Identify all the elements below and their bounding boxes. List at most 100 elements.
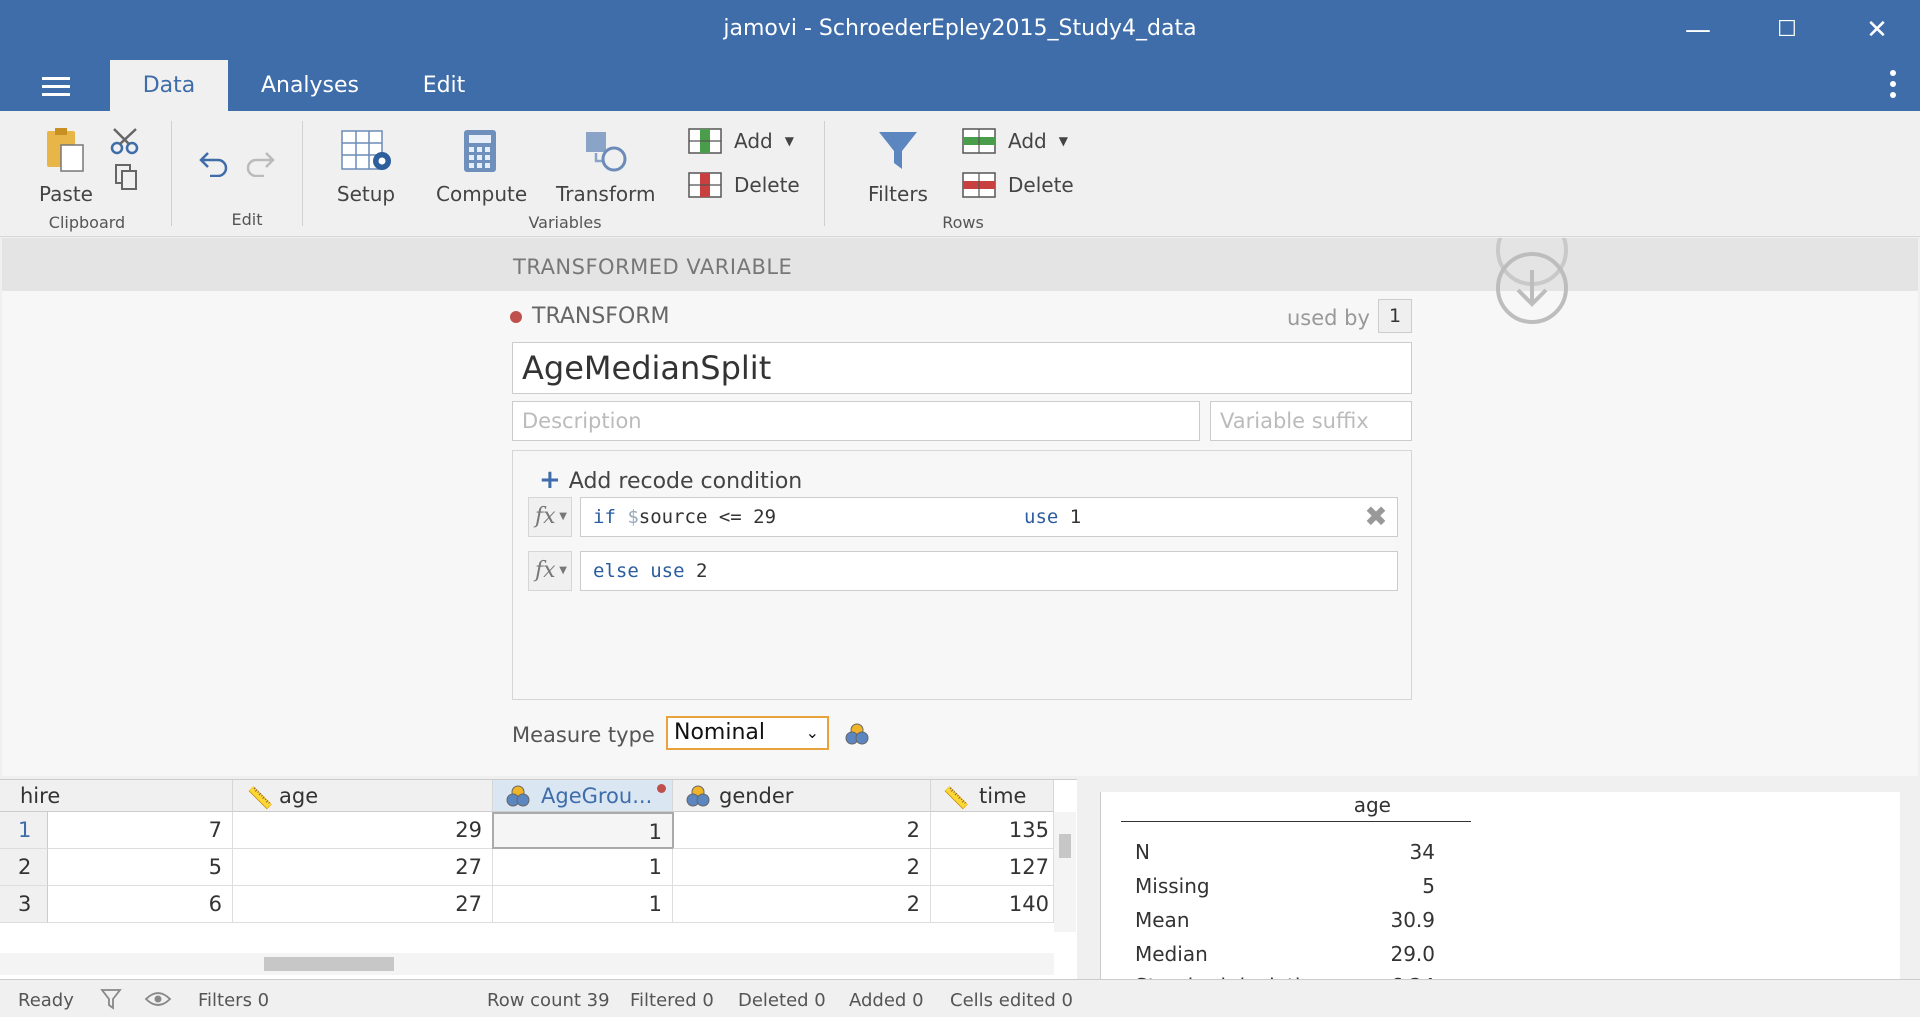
variable-suffix-input[interactable]: Variable suffix xyxy=(1210,401,1412,441)
data-spreadsheet: hire 📏 age AgeGrou... gender 📏 time 1 7 … xyxy=(0,779,1077,979)
fx-icon: fx xyxy=(535,504,556,529)
table-cell[interactable]: 2 xyxy=(673,886,931,923)
status-row-count: Row count 39 xyxy=(487,990,610,1011)
table-cell[interactable]: 7 xyxy=(48,812,233,849)
column-header-age[interactable]: 📏 age xyxy=(233,780,493,812)
column-header-gender[interactable]: gender xyxy=(673,780,931,812)
table-cell[interactable]: 27 xyxy=(233,886,493,923)
table-cell[interactable]: 1 xyxy=(493,886,673,923)
column-header-label: AgeGrou... xyxy=(541,784,653,808)
condition-1-input[interactable]: if $source <= 29 use 1 ✖ xyxy=(580,497,1398,537)
delete-row-button[interactable]: Delete xyxy=(962,172,1074,198)
remove-condition-icon[interactable]: ✖ xyxy=(1361,501,1391,533)
table-cell[interactable]: 127 xyxy=(931,849,1054,886)
else-condition-input[interactable]: else use 2 xyxy=(580,551,1398,591)
delete-variable-button[interactable]: Delete xyxy=(688,172,800,198)
table-cell[interactable]: 2 xyxy=(673,849,931,886)
maximize-button[interactable]: ☐ xyxy=(1762,10,1812,50)
sheet-vertical-scrollbar[interactable] xyxy=(1054,812,1076,932)
edit-group-label: Edit xyxy=(231,210,263,229)
table-cell[interactable]: 1 xyxy=(493,849,673,886)
window-title: jamovi - SchroederEpley2015_Study4_data xyxy=(723,16,1197,41)
table-cell[interactable]: 29 xyxy=(233,812,493,849)
table-cell[interactable]: 2 xyxy=(673,812,931,849)
title-bar: jamovi - SchroederEpley2015_Study4_data … xyxy=(0,0,1920,60)
transform-button[interactable]: Transform xyxy=(556,129,655,206)
nominal-icon xyxy=(845,723,869,745)
condition-value: 1 xyxy=(1069,506,1082,528)
measure-type-select[interactable]: Nominal ⌄ xyxy=(666,716,829,750)
ribbon-separator xyxy=(824,121,825,226)
table-cell[interactable]: 140 xyxy=(931,886,1054,923)
table-cell[interactable]: 27 xyxy=(233,849,493,886)
function-button[interactable]: fx ▼ xyxy=(528,497,572,537)
transform-icon xyxy=(586,132,627,172)
add-variable-button[interactable]: Add ▼ xyxy=(688,128,794,154)
table-cell[interactable]: 135 xyxy=(931,812,1054,849)
used-by-count[interactable]: 1 xyxy=(1378,299,1412,333)
continuous-ruler-icon: 📏 xyxy=(247,786,274,810)
editor-header-title: TRANSFORMED VARIABLE xyxy=(513,255,793,279)
copy-button[interactable] xyxy=(114,163,140,196)
dropdown-caret-icon: ▼ xyxy=(559,511,567,522)
table-cell-selected[interactable]: 1 xyxy=(492,812,674,849)
tab-data[interactable]: Data xyxy=(110,60,228,111)
row-number[interactable]: 1 xyxy=(0,812,48,849)
setup-button[interactable]: Setup xyxy=(334,129,398,206)
table-cell[interactable]: 5 xyxy=(48,849,233,886)
status-filters: Filters 0 xyxy=(198,990,270,1011)
dropdown-caret-icon: ▼ xyxy=(784,134,794,148)
eye-icon[interactable] xyxy=(144,990,172,1008)
continuous-ruler-icon: 📏 xyxy=(943,786,970,810)
more-options-icon[interactable] xyxy=(1890,70,1898,103)
main-menu-bar: Data Analyses Edit xyxy=(0,60,1920,111)
add-variable-label: Add xyxy=(734,129,773,153)
ribbon: Paste Clipboard Edit Setup Compute Trans… xyxy=(0,111,1920,237)
column-header-agegroup[interactable]: AgeGrou... xyxy=(493,780,673,812)
tab-edit[interactable]: Edit xyxy=(404,60,484,111)
add-row-button[interactable]: Add ▼ xyxy=(962,128,1068,154)
filters-button[interactable]: Filters xyxy=(858,129,938,206)
sheet-horizontal-scrollbar[interactable] xyxy=(0,953,1054,975)
filters-label: Filters xyxy=(868,182,928,206)
calculator-icon xyxy=(464,130,496,172)
tab-analyses[interactable]: Analyses xyxy=(250,60,370,111)
fx-icon: fx xyxy=(535,558,556,583)
scrollbar-thumb[interactable] xyxy=(264,957,394,971)
cut-button[interactable] xyxy=(110,127,140,160)
results-label: Mean xyxy=(1135,908,1190,932)
status-cells-edited: Cells edited 0 xyxy=(950,990,1073,1011)
transform-label-text: TRANSFORM xyxy=(532,304,670,329)
results-row: Median 29.0 xyxy=(1135,942,1435,966)
results-vertical-scrollbar[interactable] xyxy=(1893,792,1900,992)
compute-button[interactable]: Compute xyxy=(436,129,527,206)
condition-expression: source <= 29 xyxy=(638,506,777,528)
function-button[interactable]: fx ▼ xyxy=(528,551,572,591)
add-recode-condition-button[interactable]: + Add recode condition xyxy=(539,465,802,495)
status-filtered: Filtered 0 xyxy=(630,990,714,1011)
undo-button[interactable] xyxy=(198,147,232,182)
scissors-icon xyxy=(110,128,139,155)
column-header-label: time xyxy=(979,784,1027,808)
row-number[interactable]: 2 xyxy=(0,849,48,886)
hamburger-menu-icon[interactable] xyxy=(42,77,70,97)
column-header-time[interactable]: 📏 time xyxy=(931,780,1054,812)
filter-funnel-icon[interactable] xyxy=(100,988,122,1010)
results-value: 5 xyxy=(1422,874,1435,898)
table-cell[interactable]: 6 xyxy=(48,886,233,923)
variable-editor: TRANSFORMED VARIABLE TRANSFORM used by 1… xyxy=(2,238,1918,776)
minimize-button[interactable]: — xyxy=(1673,10,1723,50)
scrollbar-thumb[interactable] xyxy=(1059,834,1071,858)
results-row: Mean 30.9 xyxy=(1135,908,1435,932)
next-variable-button[interactable] xyxy=(1496,252,1568,324)
arrow-down-icon xyxy=(1516,270,1548,307)
redo-button[interactable] xyxy=(242,147,276,182)
delete-column-icon xyxy=(688,172,722,198)
row-number[interactable]: 3 xyxy=(0,886,48,923)
results-label: Missing xyxy=(1135,874,1210,898)
close-button[interactable]: ✕ xyxy=(1852,10,1902,50)
description-input[interactable]: Description xyxy=(512,401,1200,441)
transform-name-input[interactable]: AgeMedianSplit xyxy=(512,342,1412,394)
column-header-hire[interactable]: hire xyxy=(0,780,233,812)
paste-button[interactable]: Paste xyxy=(34,127,98,206)
